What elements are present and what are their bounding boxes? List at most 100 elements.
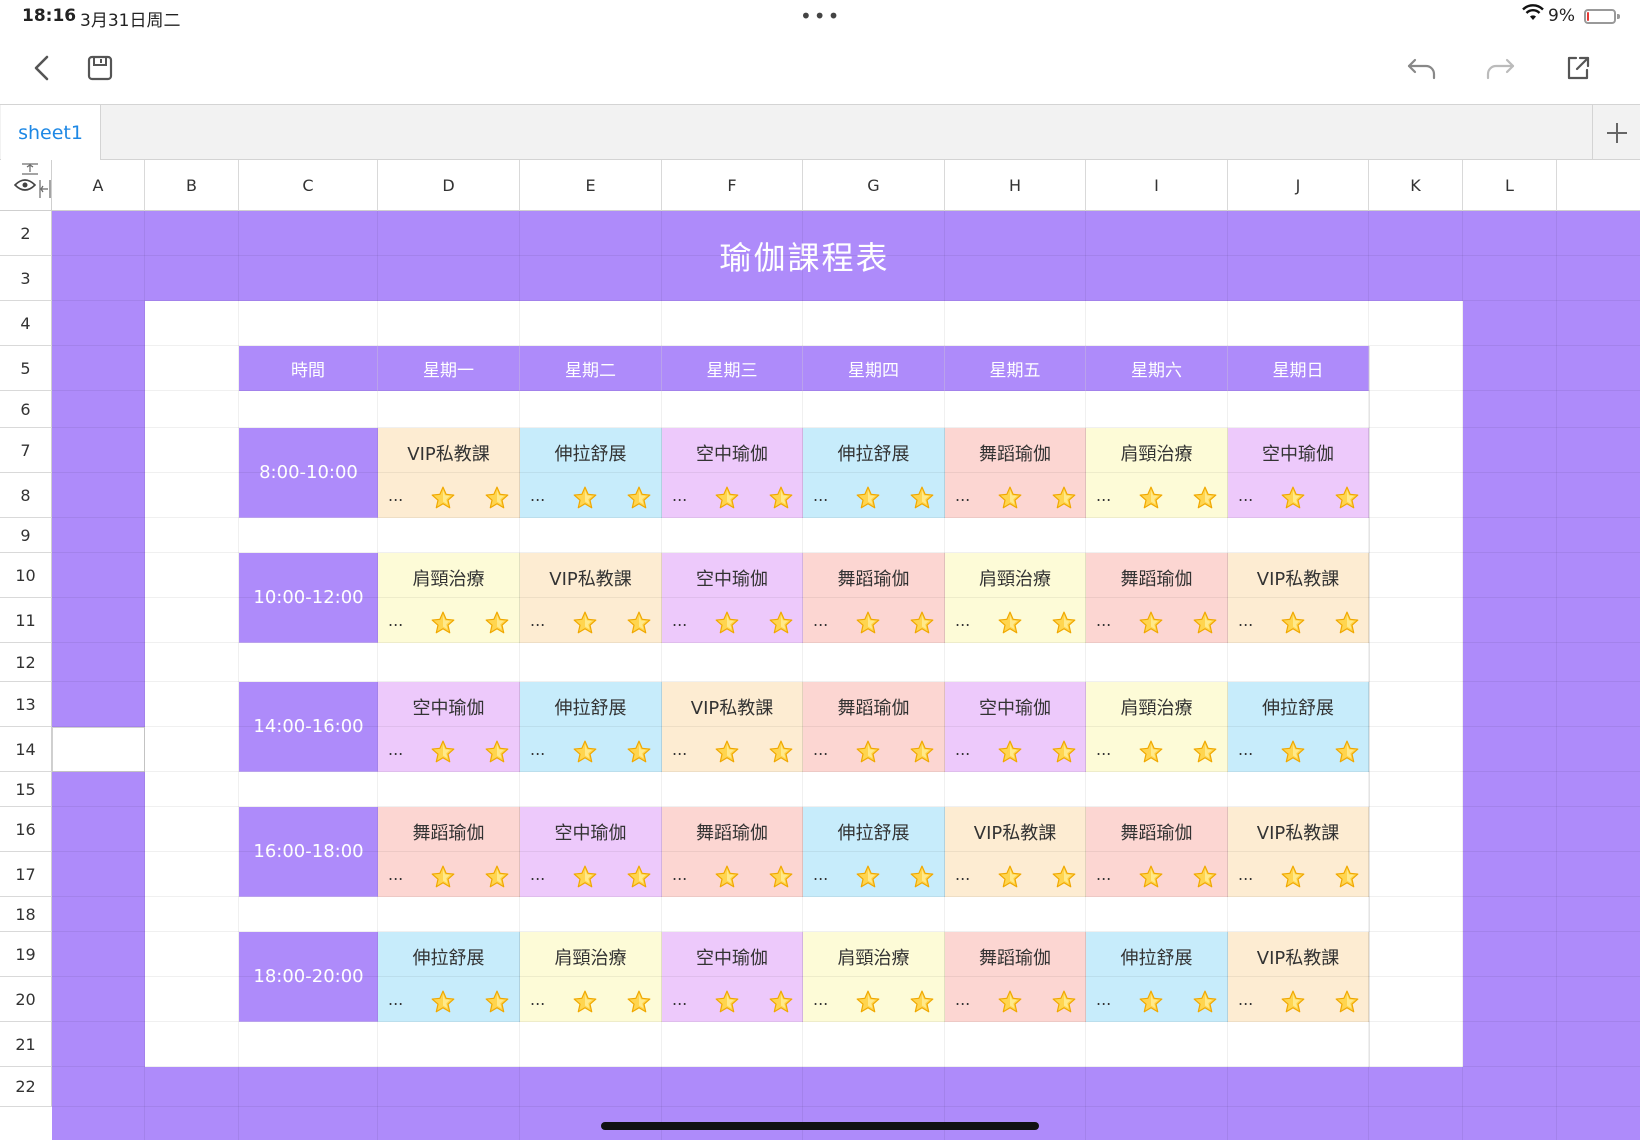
add-sheet-button[interactable]: [1592, 105, 1640, 160]
course-cell[interactable]: 空中瑜伽...: [662, 932, 803, 1022]
column-header-j[interactable]: J: [1228, 160, 1369, 211]
star-icon: [1138, 485, 1164, 511]
time-slot-0[interactable]: 8:00-10:00: [239, 428, 378, 518]
course-name: 肩頸治療: [979, 569, 1051, 590]
course-cell[interactable]: 肩頸治療...: [803, 932, 945, 1022]
course-cell[interactable]: 伸拉舒展...: [803, 428, 945, 518]
row-header-15[interactable]: 15: [0, 772, 52, 807]
column-header-d[interactable]: D: [378, 160, 520, 211]
row-header-20[interactable]: 20: [0, 977, 52, 1022]
more-text: ...: [1096, 865, 1112, 884]
time-slot-4[interactable]: 18:00-20:00: [239, 932, 378, 1022]
row-header-4[interactable]: 4: [0, 301, 52, 346]
column-header-b[interactable]: B: [145, 160, 239, 211]
multitask-dots-icon[interactable]: •••: [800, 4, 841, 28]
course-cell[interactable]: 伸拉舒展...: [1228, 682, 1369, 772]
grid-line-vertical: [1085, 211, 1086, 1140]
column-header-c[interactable]: C: [239, 160, 378, 211]
header-time[interactable]: 時間: [239, 346, 378, 391]
row-header-19[interactable]: 19: [0, 932, 52, 977]
course-cell[interactable]: 舞蹈瑜伽...: [803, 553, 945, 643]
undo-button[interactable]: [1400, 46, 1444, 90]
course-cell[interactable]: 肩頸治療...: [1086, 428, 1228, 518]
course-cell[interactable]: 伸拉舒展...: [520, 682, 662, 772]
course-cell[interactable]: 肩頸治療...: [378, 553, 520, 643]
column-header-f[interactable]: F: [662, 160, 803, 211]
column-header-a[interactable]: A: [52, 160, 145, 211]
selected-cell-a14[interactable]: [52, 727, 145, 772]
course-cell[interactable]: 伸拉舒展...: [1086, 932, 1228, 1022]
course-cell[interactable]: VIP私教課...: [945, 807, 1086, 897]
row-header-2[interactable]: 2: [0, 211, 52, 256]
row-header-18[interactable]: 18: [0, 897, 52, 932]
header-day-3[interactable]: 星期三: [662, 346, 803, 391]
course-cell[interactable]: 舞蹈瑜伽...: [1086, 553, 1228, 643]
course-cell[interactable]: VIP私教課...: [378, 428, 520, 518]
row-header-3[interactable]: 3: [0, 256, 52, 301]
tab-sheet1[interactable]: sheet1: [1, 105, 101, 160]
back-button[interactable]: [20, 46, 64, 90]
header-day-4[interactable]: 星期四: [803, 346, 945, 391]
course-cell[interactable]: VIP私教課...: [1228, 553, 1369, 643]
column-header-l[interactable]: L: [1463, 160, 1557, 211]
schedule-title[interactable]: 瑜伽課程表: [52, 211, 1557, 301]
row-header-7[interactable]: 7: [0, 428, 52, 473]
course-cell[interactable]: 伸拉舒展...: [378, 932, 520, 1022]
row-header-16[interactable]: 16: [0, 807, 52, 852]
row-header-22[interactable]: 22: [0, 1067, 52, 1107]
course-cell[interactable]: 空中瑜伽...: [662, 553, 803, 643]
course-cell[interactable]: 肩頸治療...: [1086, 682, 1228, 772]
course-cell[interactable]: 空中瑜伽...: [520, 807, 662, 897]
course-cell[interactable]: 空中瑜伽...: [945, 682, 1086, 772]
course-cell[interactable]: 舞蹈瑜伽...: [662, 807, 803, 897]
column-header-i[interactable]: I: [1086, 160, 1228, 211]
time-slot-3[interactable]: 16:00-18:00: [239, 807, 378, 897]
row-header-9[interactable]: 9: [0, 518, 52, 553]
grid-corner[interactable]: [0, 160, 52, 211]
row-header-12[interactable]: 12: [0, 643, 52, 682]
column-header-e[interactable]: E: [520, 160, 662, 211]
header-day-6[interactable]: 星期六: [1086, 346, 1228, 391]
redo-button[interactable]: [1478, 46, 1522, 90]
time-slot-2[interactable]: 14:00-16:00: [239, 682, 378, 772]
grid-line-horizontal: [52, 427, 1640, 428]
column-header-h[interactable]: H: [945, 160, 1086, 211]
save-button[interactable]: [78, 46, 122, 90]
course-cell[interactable]: VIP私教課...: [520, 553, 662, 643]
star-icon: [855, 739, 881, 765]
row-header-10[interactable]: 10: [0, 553, 52, 598]
row-header-14[interactable]: 14: [0, 727, 52, 772]
header-day-7[interactable]: 星期日: [1228, 346, 1369, 391]
home-indicator[interactable]: [601, 1122, 1039, 1130]
header-day-2[interactable]: 星期二: [520, 346, 662, 391]
column-header-g[interactable]: G: [803, 160, 945, 211]
course-cell[interactable]: 伸拉舒展...: [803, 807, 945, 897]
column-header-k[interactable]: K: [1369, 160, 1463, 211]
course-cell[interactable]: VIP私教課...: [1228, 932, 1369, 1022]
row-header-6[interactable]: 6: [0, 391, 52, 428]
share-button[interactable]: [1556, 46, 1600, 90]
row-header-21[interactable]: 21: [0, 1022, 52, 1067]
row-header-17[interactable]: 17: [0, 852, 52, 897]
course-cell[interactable]: 舞蹈瑜伽...: [1086, 807, 1228, 897]
course-cell[interactable]: 伸拉舒展...: [520, 428, 662, 518]
course-cell[interactable]: 舞蹈瑜伽...: [945, 428, 1086, 518]
course-cell[interactable]: 空中瑜伽...: [378, 682, 520, 772]
course-cell[interactable]: 舞蹈瑜伽...: [378, 807, 520, 897]
course-cell[interactable]: 肩頸治療...: [945, 553, 1086, 643]
course-cell[interactable]: 肩頸治療...: [520, 932, 662, 1022]
course-cell[interactable]: 舞蹈瑜伽...: [945, 932, 1086, 1022]
course-cell[interactable]: 舞蹈瑜伽...: [803, 682, 945, 772]
row-header-8[interactable]: 8: [0, 473, 52, 518]
course-cell[interactable]: VIP私教課...: [662, 682, 803, 772]
course-cell[interactable]: 空中瑜伽...: [662, 428, 803, 518]
course-cell[interactable]: 空中瑜伽...: [1228, 428, 1369, 518]
row-header-13[interactable]: 13: [0, 682, 52, 727]
header-day-1[interactable]: 星期一: [378, 346, 520, 391]
time-slot-1[interactable]: 10:00-12:00: [239, 553, 378, 643]
more-text: ...: [672, 611, 688, 630]
header-day-5[interactable]: 星期五: [945, 346, 1086, 391]
row-header-5[interactable]: 5: [0, 346, 52, 391]
course-cell[interactable]: VIP私教課...: [1228, 807, 1369, 897]
row-header-11[interactable]: 11: [0, 598, 52, 643]
